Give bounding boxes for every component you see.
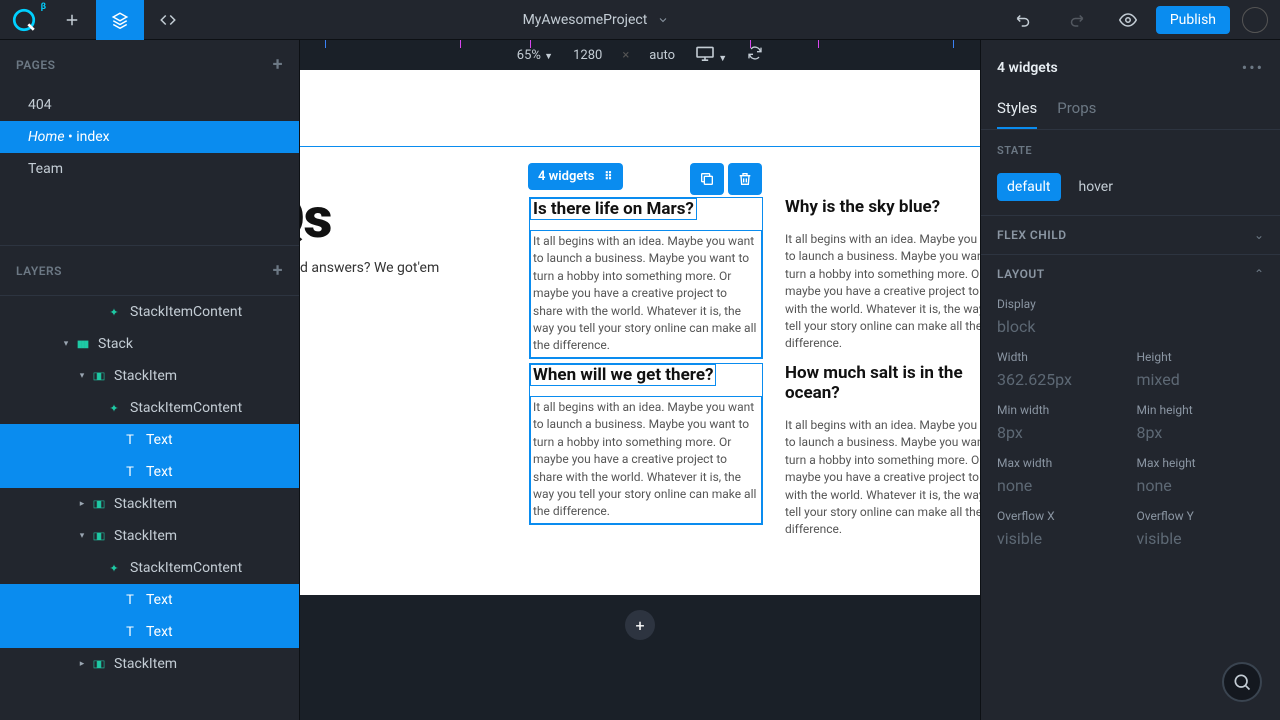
prop-display-label: Display [997, 297, 1264, 311]
tab-props[interactable]: Props [1057, 91, 1096, 129]
prop-maxheight-value[interactable]: none [1137, 476, 1265, 495]
chevron-down-icon [657, 14, 669, 26]
avatar[interactable] [1242, 7, 1268, 33]
sidebar-left: PAGES + 404 Home • index Team LAYERS + ✦… [0, 40, 300, 720]
section-flex-child[interactable]: FLEX CHILD ⌄ [981, 215, 1280, 254]
page-title: FAQs [300, 185, 331, 251]
state-hover[interactable]: hover [1069, 173, 1123, 201]
layer-text[interactable]: TText [0, 424, 299, 456]
layer-stackitemcontent[interactable]: ✦StackItemContent [0, 552, 299, 584]
preview-button[interactable] [1104, 0, 1152, 40]
publish-button[interactable]: Publish [1156, 6, 1230, 34]
chevron-down-icon: ⌄ [1254, 228, 1264, 242]
layer-stackitemcontent[interactable]: ✦StackItemContent [0, 296, 299, 328]
add-button[interactable] [48, 0, 96, 40]
selection-chip[interactable]: 4 widgets ⠿ [528, 163, 623, 190]
layer-text[interactable]: TText [0, 584, 299, 616]
add-layer-button[interactable]: + [273, 260, 283, 281]
more-menu-button[interactable]: ••• [1242, 58, 1264, 77]
layer-stackitem[interactable]: ▾▯▮▯StackItem [0, 360, 299, 392]
layer-stackitem[interactable]: ▸▯▮▯StackItem [0, 648, 299, 680]
code-button[interactable] [144, 0, 192, 40]
layer-text[interactable]: TText [0, 456, 299, 488]
prop-display-value[interactable]: block [997, 317, 1264, 336]
faq-item-3[interactable]: When will we get there? It all begins wi… [529, 363, 763, 525]
layer-stack[interactable]: ▾▮▮▮Stack [0, 328, 299, 360]
page-item-home[interactable]: Home • index [0, 121, 299, 153]
prop-minheight-value[interactable]: 8px [1137, 423, 1265, 442]
prop-width-value[interactable]: 362.625px [997, 370, 1125, 389]
project-title[interactable]: MyAwesomeProject [192, 12, 1000, 28]
undo-button[interactable] [1000, 0, 1048, 40]
canvas-height[interactable]: auto [649, 48, 675, 63]
layers-tree: ✦StackItemContent ▾▮▮▮Stack ▾▯▮▯StackIte… [0, 295, 299, 720]
device-button[interactable]: ▼ [695, 45, 727, 65]
layer-stackitemcontent[interactable]: ✦StackItemContent [0, 392, 299, 424]
canvas-toolbar: 65% ▼ 1280 × auto ▼ [300, 40, 980, 70]
prop-maxwidth-value[interactable]: none [997, 476, 1125, 495]
tab-styles[interactable]: Styles [997, 91, 1037, 129]
faq-item-1[interactable]: Is there life on Mars? It all begins wit… [529, 197, 763, 359]
delete-button[interactable] [728, 163, 762, 195]
add-section-button[interactable]: + [625, 610, 655, 640]
help-button[interactable] [1222, 662, 1262, 702]
top-bar: β MyAwesomeProject Publish [0, 0, 1280, 40]
canvas-width[interactable]: 1280 [573, 48, 602, 63]
faq-item-2[interactable]: Why is the sky blue? It all begins with … [785, 197, 980, 353]
layer-stackitem[interactable]: ▾▯▮▯StackItem [0, 520, 299, 552]
prop-height-value[interactable]: mixed [1137, 370, 1265, 389]
prop-overflowy-value[interactable]: visible [1137, 529, 1265, 548]
layers-heading: LAYERS + [0, 245, 299, 295]
page-subtitle: d answers? We got'em [300, 260, 439, 276]
page-item-team[interactable]: Team [0, 153, 299, 185]
layers-button[interactable] [96, 0, 144, 40]
layer-text[interactable]: TText [0, 616, 299, 648]
selection-guide-line [300, 146, 980, 147]
state-default[interactable]: default [997, 173, 1061, 201]
chevron-up-icon: ⌃ [1254, 267, 1264, 281]
prop-overflowx-value[interactable]: visible [997, 529, 1125, 548]
refresh-button[interactable] [747, 45, 763, 65]
state-label: STATE [997, 144, 1264, 157]
faq-item-4[interactable]: How much salt is in the ocean? It all be… [785, 363, 980, 539]
add-page-button[interactable]: + [273, 54, 283, 75]
inspector-panel: 4 widgets ••• Styles Props STATE default… [980, 40, 1280, 720]
inspector-title: 4 widgets [997, 60, 1058, 76]
page-item-404[interactable]: 404 [0, 89, 299, 121]
section-layout[interactable]: LAYOUT ⌃ [981, 254, 1280, 293]
app-logo[interactable]: β [0, 0, 48, 40]
drag-handle-icon[interactable]: ⠿ [604, 170, 613, 183]
layer-stackitem[interactable]: ▸▯▮▯StackItem [0, 488, 299, 520]
pages-heading: PAGES + [0, 40, 299, 89]
prop-minwidth-value[interactable]: 8px [997, 423, 1125, 442]
redo-button[interactable] [1052, 0, 1100, 40]
canvas-frame[interactable]: FAQs d answers? We got'em 4 widgets ⠿ Is… [300, 70, 980, 595]
canvas-area: 65% ▼ 1280 × auto ▼ FAQs d answers? We g… [300, 40, 980, 720]
zoom-level[interactable]: 65% ▼ [517, 48, 553, 63]
duplicate-button[interactable] [690, 163, 724, 195]
